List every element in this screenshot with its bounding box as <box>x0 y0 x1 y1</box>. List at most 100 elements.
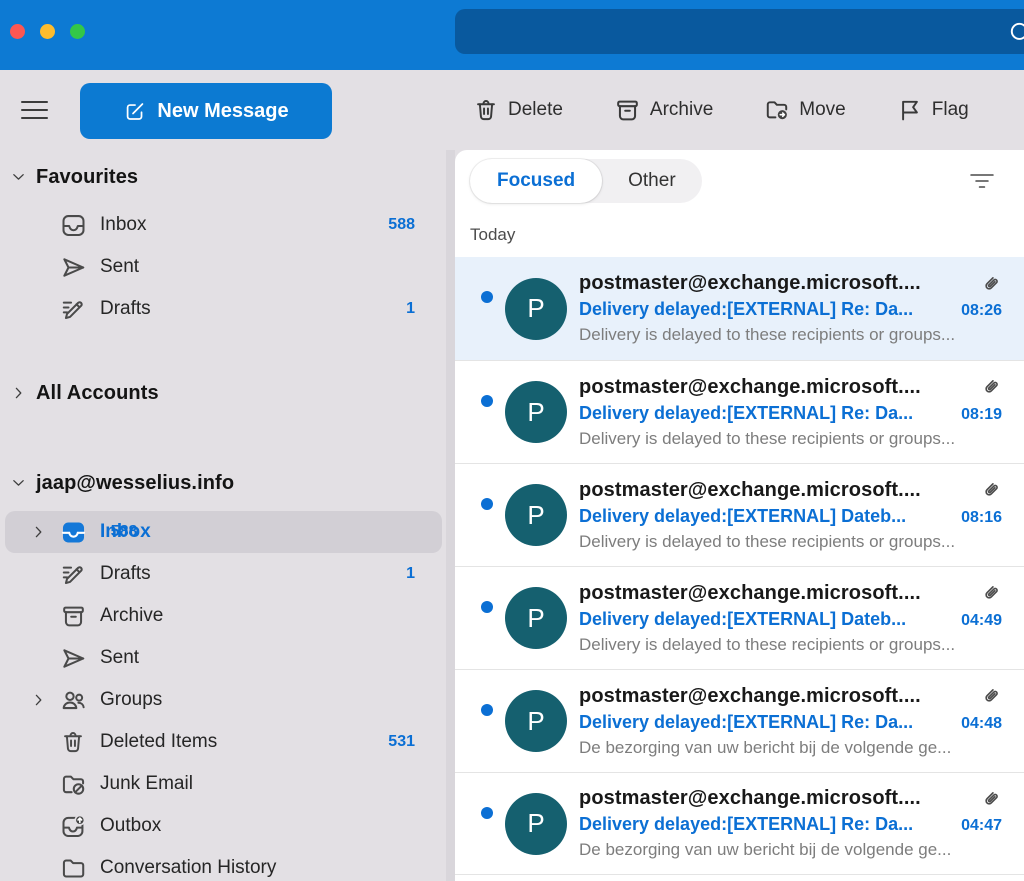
sidebar-item-favourites-inbox[interactable]: Inbox 588 <box>0 204 455 246</box>
drafts-icon <box>60 296 87 323</box>
minimize-window-button[interactable] <box>40 24 55 39</box>
close-window-button[interactable] <box>10 24 25 39</box>
chevron-down-icon <box>10 169 27 186</box>
tab-focused[interactable]: Focused <box>470 159 602 203</box>
sidebar-item-groups[interactable]: Groups <box>0 679 455 721</box>
sidebar-item-drafts[interactable]: Drafts 1 <box>0 553 455 595</box>
message-row[interactable]: P postmaster@exchange.microsoft.... Deli… <box>455 669 1024 772</box>
avatar: P <box>505 793 567 855</box>
new-message-button[interactable]: New Message <box>80 83 332 139</box>
favourites-section-header[interactable]: Favourites <box>0 156 455 198</box>
search-icon <box>1008 20 1024 46</box>
unread-dot <box>481 704 493 716</box>
paperclip-icon <box>980 788 1002 810</box>
chevron-right-icon[interactable] <box>30 692 47 709</box>
date-group-header: Today <box>455 212 1024 257</box>
all-accounts-section-header[interactable]: All Accounts <box>0 372 455 414</box>
hamburger-menu-icon[interactable] <box>21 70 48 150</box>
paperclip-icon <box>980 273 1002 295</box>
tab-other[interactable]: Other <box>602 170 702 192</box>
sidebar-item-sent[interactable]: Sent <box>0 637 455 679</box>
message-sender: postmaster@exchange.microsoft.... <box>579 272 921 295</box>
message-row[interactable]: P postmaster@exchange.microsoft.... Deli… <box>455 772 1024 875</box>
unread-dot <box>481 807 493 819</box>
flag-button[interactable]: Flag <box>897 97 969 123</box>
message-sender: postmaster@exchange.microsoft.... <box>579 787 921 810</box>
avatar: P <box>505 484 567 546</box>
paperclip-icon <box>980 479 1002 501</box>
paperclip-icon <box>980 582 1002 604</box>
chevron-right-icon <box>10 385 27 402</box>
move-button[interactable]: Move <box>764 97 845 123</box>
message-subject: Delivery delayed:[EXTERNAL] Re: Da... <box>579 403 913 424</box>
message-subject: Delivery delayed:[EXTERNAL] Re: Da... <box>579 814 913 835</box>
unread-count: 588 <box>111 523 138 541</box>
account-section-header[interactable]: jaap@wesselius.info <box>0 462 455 504</box>
sidebar-item-junk-email[interactable]: Junk Email <box>0 763 455 805</box>
favourites-label: Favourites <box>36 166 138 189</box>
sidebar-item-conversation-history[interactable]: Conversation History <box>0 847 455 881</box>
message-row[interactable]: P postmaster@exchange.microsoft.... Deli… <box>455 463 1024 566</box>
drafts-icon <box>60 561 87 588</box>
search-input[interactable] <box>455 9 1024 54</box>
trash-icon <box>60 729 87 756</box>
draft-count: 1 <box>406 565 415 583</box>
message-subject: Delivery delayed:[EXTERNAL] Re: Da... <box>579 712 913 733</box>
draft-count: 1 <box>406 300 415 318</box>
trash-icon <box>473 97 499 123</box>
message-time: 08:26 <box>961 302 1002 320</box>
unread-dot <box>481 291 493 303</box>
avatar: P <box>505 381 567 443</box>
message-row[interactable]: P postmaster@exchange.microsoft.... Deli… <box>455 257 1024 360</box>
avatar: P <box>505 278 567 340</box>
message-time: 08:19 <box>961 406 1002 424</box>
flag-icon <box>897 97 923 123</box>
chevron-down-icon <box>10 475 27 492</box>
groups-icon <box>60 687 87 714</box>
message-subject: Delivery delayed:[EXTERNAL] Re: Da... <box>579 299 913 320</box>
message-time: 08:16 <box>961 509 1002 527</box>
item-count: 531 <box>388 733 415 751</box>
message-sender: postmaster@exchange.microsoft.... <box>579 685 921 708</box>
unread-dot <box>481 498 493 510</box>
message-preview: Delivery is delayed to these recipients … <box>579 635 1002 655</box>
message-time: 04:47 <box>961 817 1002 835</box>
folder-icon <box>60 855 87 881</box>
outbox-icon <box>60 813 87 840</box>
move-icon <box>764 97 790 123</box>
send-icon <box>60 645 87 672</box>
inbox-filled-icon <box>60 519 87 546</box>
sidebar-item-deleted-items[interactable]: Deleted Items 531 <box>0 721 455 763</box>
message-preview: Delivery is delayed to these recipients … <box>579 429 1002 449</box>
message-row[interactable]: P postmaster@exchange.microsoft.... Deli… <box>455 360 1024 463</box>
sidebar-item-favourites-drafts[interactable]: Drafts 1 <box>0 288 455 330</box>
message-subject: Delivery delayed:[EXTERNAL] Dateb... <box>579 506 906 527</box>
inbox-tabs: Focused Other <box>470 159 702 203</box>
avatar: P <box>505 690 567 752</box>
archive-button[interactable]: Archive <box>614 97 713 124</box>
sidebar-item-inbox[interactable]: Inbox 588 <box>0 511 455 553</box>
paperclip-icon <box>980 376 1002 398</box>
account-label: jaap@wesselius.info <box>36 472 234 495</box>
message-sender: postmaster@exchange.microsoft.... <box>579 376 921 399</box>
delete-button[interactable]: Delete <box>473 97 563 123</box>
sidebar-item-favourites-sent[interactable]: Sent <box>0 246 455 288</box>
sidebar-item-outbox[interactable]: Outbox <box>0 805 455 847</box>
inbox-icon <box>60 212 87 239</box>
message-sender: postmaster@exchange.microsoft.... <box>579 582 921 605</box>
chevron-right-icon[interactable] <box>30 524 47 541</box>
unread-dot <box>481 601 493 613</box>
unread-count: 588 <box>388 216 415 234</box>
filter-icon[interactable] <box>968 170 996 192</box>
message-subject: Delivery delayed:[EXTERNAL] Dateb... <box>579 609 906 630</box>
pane-splitter[interactable] <box>446 150 455 881</box>
zoom-window-button[interactable] <box>70 24 85 39</box>
send-icon <box>60 254 87 281</box>
sidebar-item-archive[interactable]: Archive <box>0 595 455 637</box>
message-list-panel: Focused Other Today P postmaster@exchang… <box>455 150 1024 881</box>
message-row[interactable]: P postmaster@exchange.microsoft.... Deli… <box>455 566 1024 669</box>
message-preview: Delivery is delayed to these recipients … <box>579 532 1002 552</box>
toolbar: New Message Delete Archive Move Flag <box>0 70 1024 150</box>
junk-folder-icon <box>60 771 87 798</box>
message-preview: De bezorging van uw bericht bij de volge… <box>579 738 1002 758</box>
